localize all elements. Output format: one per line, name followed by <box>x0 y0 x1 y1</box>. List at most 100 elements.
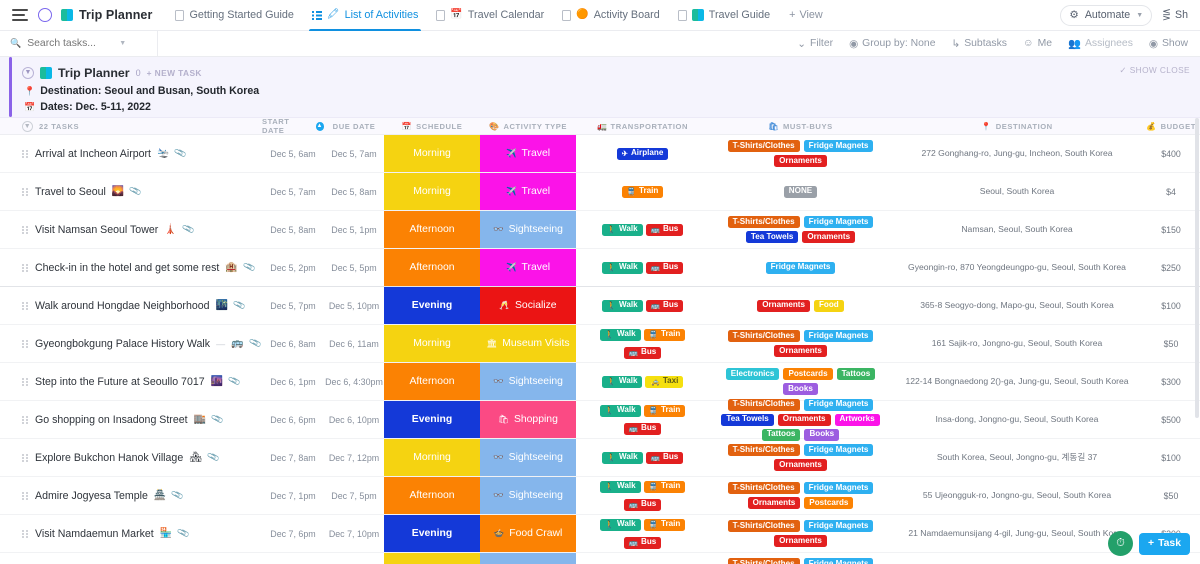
activity-type-cell[interactable]: 👓Sightseeing <box>480 211 576 248</box>
drag-handle[interactable] <box>22 301 29 310</box>
drag-handle[interactable] <box>22 263 29 272</box>
start-date-cell[interactable]: Dec 5, 7am <box>262 173 324 210</box>
due-date-cell[interactable]: Dec 6, 11am <box>324 325 384 362</box>
budget-cell[interactable]: $300 <box>1142 363 1200 400</box>
activity-type-cell[interactable]: 🍲 Food Crawl <box>480 515 576 552</box>
column-header-activity-type[interactable]: 🎨 ACTIVITY TYPE <box>480 122 576 131</box>
automate-button[interactable]: ⚙ Automate ▼ <box>1060 4 1153 26</box>
due-date-cell[interactable]: Dec 5, 1pm <box>324 211 384 248</box>
workspace-circle-icon[interactable] <box>38 8 52 22</box>
must-buys-cell[interactable]: Ornaments Food <box>709 287 892 324</box>
table-row[interactable]: Step into the Future at Seoullo 7017 🌆 📎 De… <box>0 363 1200 401</box>
share-button[interactable]: ⋚ Sh <box>1162 9 1188 21</box>
tab-getting-started-guide[interactable]: Getting Started Guide <box>166 0 302 31</box>
task-name-cell[interactable]: Arrival at Incheon Airport 🛬 📎 <box>0 135 262 172</box>
budget-cell[interactable]: $250 <box>1142 249 1200 286</box>
tab-list-of-activities[interactable]: 🖍 List of Activities <box>303 0 428 31</box>
transportation-cell[interactable]: 🚆 Train <box>576 173 709 210</box>
start-date-cell[interactable]: Dec 5, 7pm <box>262 287 324 324</box>
activity-type-cell[interactable]: ✈️ Travel <box>480 173 576 210</box>
budget-cell[interactable]: $100 <box>1142 287 1200 324</box>
drag-handle[interactable] <box>22 491 29 500</box>
destination-cell[interactable]: 272 Gonghang-ro, Jung-gu, Incheon, South… <box>892 135 1142 172</box>
start-date-cell[interactable]: Dec 5, 2pm <box>262 249 324 286</box>
budget-cell[interactable]: $150 <box>1142 211 1200 248</box>
vertical-scrollbar[interactable] <box>1195 118 1199 418</box>
table-row[interactable]: Explore Gangnam Neighborhood🌇📎Dec 8, 8am… <box>0 553 1200 564</box>
budget-cell[interactable]: $50 <box>1142 477 1200 514</box>
attachment-icon[interactable]: 📎 <box>129 184 143 198</box>
subtasks-button[interactable]: ↳ Subtasks <box>952 38 1007 50</box>
start-date-cell[interactable]: Dec 5, 8am <box>262 211 324 248</box>
budget-cell[interactable]: $400 <box>1142 135 1200 172</box>
attachment-icon[interactable]: 📎 <box>174 146 188 160</box>
attachment-icon[interactable]: 📎 <box>210 412 224 426</box>
must-buys-cell[interactable]: T-Shirts/Clothes Fridge Magnets Tea Towels… <box>709 398 892 441</box>
start-date-cell[interactable]: Dec 6, 1pm <box>262 363 324 400</box>
attachment-icon[interactable]: 📎 <box>206 450 220 464</box>
tab-travel-calendar[interactable]: 📅 Travel Calendar <box>427 0 553 31</box>
destination-cell[interactable]: Namsan, Seoul, South Korea <box>892 211 1142 248</box>
task-name-cell[interactable]: Check-in in the hotel and get some rest 🏨… <box>0 249 262 286</box>
task-name-cell[interactable]: Visit Namsan Seoul Tower 🗼 📎 <box>0 211 262 248</box>
me-button[interactable]: ☺ Me <box>1023 38 1052 49</box>
table-row[interactable]: Gyeongbokgung Palace History Walk — 🚌 📎 Dec … <box>0 325 1200 363</box>
collapse-chevron-icon[interactable]: ▼ <box>22 66 34 79</box>
new-task-button[interactable]: + NEW TASK <box>147 68 202 78</box>
search-box[interactable]: 🔍 ▼ <box>10 30 158 57</box>
must-buys-cell[interactable]: T-Shirts/ClothesFridge MagnetsElectronic… <box>709 553 892 564</box>
activity-type-cell[interactable]: 🥂 Socialize <box>480 287 576 324</box>
schedule-cell[interactable]: Afternoon <box>384 249 480 286</box>
sort-arrow-icon[interactable]: ▲ <box>315 121 324 131</box>
assignees-button[interactable]: 👥 Assignees <box>1068 37 1133 50</box>
due-date-cell[interactable]: Dec 5, 5pm <box>324 249 384 286</box>
budget-cell[interactable]: $50 <box>1142 325 1200 362</box>
table-row[interactable]: Visit Namsan Seoul Tower 🗼 📎 Dec 5, 8am Dec … <box>0 211 1200 249</box>
destination-cell[interactable]: 55 Ujeongguk-ro, Jongno-gu, Seoul, South… <box>892 477 1142 514</box>
must-buys-cell[interactable]: T-Shirts/Clothes Fridge Magnets Tea Towels… <box>709 211 892 248</box>
activity-type-cell[interactable]: 👓Sightseeing <box>480 439 576 476</box>
schedule-cell[interactable]: Afternoon <box>384 211 480 248</box>
task-name-cell[interactable]: Explore Bukchon Hanok Village 🏘 📎 <box>0 439 262 476</box>
start-date-cell[interactable]: Dec 6, 6pm <box>262 401 324 438</box>
activity-type-cell[interactable]: 🏛 Museum Visits <box>480 325 576 362</box>
activity-type-cell[interactable]: 👓Sightseeing <box>480 553 576 564</box>
must-buys-cell[interactable]: T-Shirts/Clothes Fridge Magnets Ornaments P… <box>709 477 892 514</box>
table-row[interactable]: Admire Jogyesa Temple 🏯 📎 Dec 7, 1pm Dec 7, … <box>0 477 1200 515</box>
must-buys-cell[interactable]: Fridge Magnets <box>709 249 892 286</box>
show-closed-button[interactable]: ✓ SHOW CLOSE <box>1119 65 1190 75</box>
drag-handle[interactable] <box>22 529 29 538</box>
table-row[interactable]: Explore Bukchon Hanok Village 🏘 📎 Dec 7, 8a… <box>0 439 1200 477</box>
column-header-destination[interactable]: 📍 DESTINATION <box>892 122 1142 131</box>
due-date-cell[interactable]: Dec 5, 10pm <box>324 287 384 324</box>
transportation-cell[interactable]: 🚶 Walk 🚌 Bus <box>576 439 709 476</box>
drag-handle[interactable] <box>22 225 29 234</box>
must-buys-cell[interactable]: T-Shirts/Clothes Fridge Magnets Ornaments <box>709 515 892 552</box>
due-date-cell[interactable]: Dec 5, 7am <box>324 135 384 172</box>
schedule-cell[interactable]: Afternoon <box>384 477 480 514</box>
activity-type-cell[interactable]: 🛍 Shopping <box>480 401 576 438</box>
chevron-down-icon[interactable]: ▼ <box>119 40 126 47</box>
schedule-cell[interactable]: Morning <box>384 173 480 210</box>
column-header-schedule[interactable]: 📅 SCHEDULE <box>384 122 480 131</box>
destination-cell[interactable]: Seoul, South Korea <box>892 173 1142 210</box>
schedule-cell[interactable]: Morning <box>384 325 480 362</box>
transportation-cell[interactable]: ✈ Airplane <box>576 135 709 172</box>
must-buys-cell[interactable]: Electronics Postcards Tattoos Books <box>709 363 892 400</box>
destination-cell[interactable]: Gangnam-gu, Seoul, South Korea <box>892 553 1142 564</box>
task-name-cell[interactable]: Go shopping on Insadong Street 🏬 📎 <box>0 401 262 438</box>
drag-handle[interactable] <box>22 415 29 424</box>
table-row[interactable]: Go shopping on Insadong Street 🏬 📎 Dec 6, 6… <box>0 398 1200 441</box>
transportation-cell[interactable]: 🚶 Walk 🚌 Bus <box>576 249 709 286</box>
start-date-cell[interactable]: Dec 6, 8am <box>262 325 324 362</box>
schedule-cell[interactable]: Afternoon <box>384 363 480 400</box>
task-name-cell[interactable]: Travel to Seoul 🌄 📎 <box>0 173 262 210</box>
must-buys-cell[interactable]: T-Shirts/Clothes Fridge Magnets Ornaments <box>709 325 892 362</box>
attachment-icon[interactable]: 📎 <box>232 298 246 312</box>
activity-type-cell[interactable]: ✈️ Travel <box>480 135 576 172</box>
due-date-cell[interactable]: Dec 8, 12pm <box>324 553 384 564</box>
column-header-budget[interactable]: 💰 BUDGET <box>1142 122 1200 131</box>
budget-cell[interactable]: $4 <box>1142 173 1200 210</box>
destination-cell[interactable]: 161 Sajik-ro, Jongno-gu, Seoul, South Ko… <box>892 325 1142 362</box>
transportation-cell[interactable]: 🚶 Walk 🚌 Bus <box>576 287 709 324</box>
